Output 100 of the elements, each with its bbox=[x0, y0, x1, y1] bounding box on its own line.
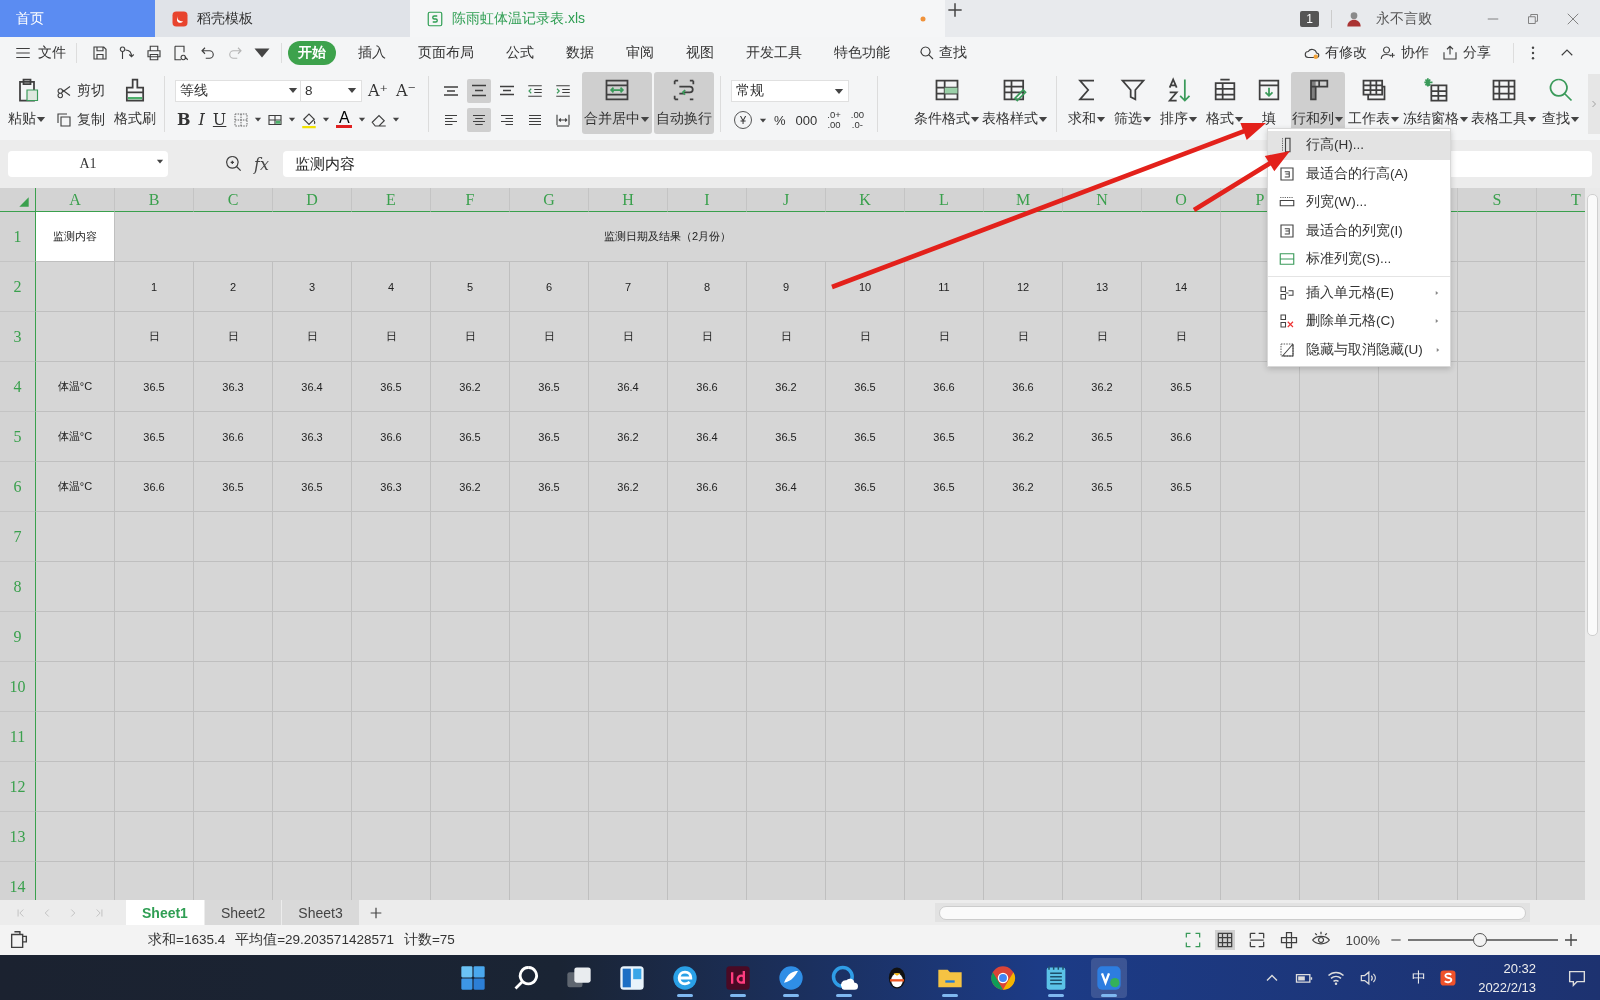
decimal-button[interactable]: .0+ .00 bbox=[824, 110, 844, 130]
scroll-right-icon[interactable] bbox=[1588, 74, 1600, 134]
sheet-cell[interactable] bbox=[36, 562, 115, 612]
feather-app-icon[interactable] bbox=[777, 963, 805, 992]
function-button[interactable]: fx bbox=[254, 154, 269, 174]
ribbon-button[interactable]: 表格工具 bbox=[1471, 72, 1537, 134]
office-app-icon[interactable] bbox=[1095, 963, 1123, 992]
file-menu[interactable]: 文件 bbox=[14, 43, 66, 62]
ribbon-tab[interactable]: 页面布局 bbox=[408, 40, 484, 65]
ribbon-button[interactable]: 格式 bbox=[1203, 72, 1247, 134]
zoom-slider[interactable] bbox=[1408, 933, 1558, 947]
document-tab[interactable]: 稻壳模板 bbox=[155, 0, 410, 37]
horizontal-scrollbar[interactable] bbox=[935, 903, 1530, 922]
print-preview-icon[interactable] bbox=[172, 43, 190, 62]
ribbon-button[interactable]: 复制 bbox=[52, 108, 108, 131]
caret-icon[interactable] bbox=[253, 46, 271, 59]
clock-time[interactable]: 20:32 bbox=[1503, 958, 1536, 978]
chrome-icon[interactable] bbox=[989, 963, 1017, 992]
ribbon-button[interactable]: 条件格式 bbox=[914, 72, 980, 134]
font-field[interactable]: 等线 bbox=[175, 79, 303, 102]
new-tab-icon[interactable] bbox=[945, 0, 965, 20]
select-all-icon[interactable] bbox=[17, 195, 31, 209]
slider-thumb[interactable] bbox=[1473, 933, 1487, 947]
alignment-button[interactable] bbox=[467, 107, 491, 132]
ribbon-button[interactable]: 表格样式 bbox=[982, 72, 1048, 134]
sheet-cell[interactable] bbox=[1458, 312, 1537, 362]
sheet-tab[interactable]: Sheet2 bbox=[204, 900, 282, 925]
text-style-button[interactable]: U bbox=[210, 108, 229, 131]
sheet-cell[interactable] bbox=[36, 762, 115, 812]
ribbon-tab[interactable]: 审阅 bbox=[616, 40, 664, 65]
reading-mode-icon[interactable] bbox=[1279, 930, 1300, 950]
print-icon[interactable] bbox=[145, 43, 163, 62]
font-size-button[interactable]: A⁺ bbox=[366, 79, 390, 102]
menu-item[interactable]: 隐藏与取消隐藏(U) bbox=[1268, 335, 1450, 364]
user-name[interactable]: 永不言败 bbox=[1376, 9, 1432, 28]
font-size-button[interactable]: A⁻ bbox=[394, 79, 418, 102]
ribbon-tab[interactable]: 公式 bbox=[496, 40, 544, 65]
sheet-tab[interactable]: Sheet3 bbox=[282, 900, 359, 925]
ribbon-button[interactable]: 排序 bbox=[1157, 72, 1201, 134]
sheet-cell[interactable] bbox=[36, 712, 115, 762]
sheet-cell[interactable] bbox=[36, 812, 115, 862]
design-app-icon[interactable] bbox=[724, 963, 752, 992]
sheet-cell[interactable] bbox=[1458, 262, 1537, 312]
grid-view-icon[interactable] bbox=[1215, 930, 1236, 950]
ribbon-button[interactable]: 格式刷 bbox=[112, 72, 158, 134]
ribbon-tab[interactable]: 特色功能 bbox=[824, 40, 900, 65]
clock-date[interactable]: 2022/2/13 bbox=[1478, 977, 1536, 997]
window-count-badge[interactable]: 1 bbox=[1300, 10, 1319, 27]
sheet-cell[interactable] bbox=[36, 312, 115, 362]
font-size-field[interactable]: 8 bbox=[300, 79, 362, 102]
zoom-icon[interactable] bbox=[224, 154, 244, 174]
decimal-button[interactable]: .00 .0- bbox=[847, 110, 867, 130]
search-button[interactable]: 查找 bbox=[918, 43, 967, 62]
ribbon-button[interactable]: 自动换行 bbox=[654, 72, 714, 134]
ribbon-button[interactable]: 剪切 bbox=[52, 79, 108, 102]
menu-item[interactable]: 行高(H)... bbox=[1268, 131, 1450, 160]
toolbar-action[interactable]: 协作 bbox=[1379, 43, 1429, 62]
toolbar-action[interactable]: 分享 bbox=[1441, 43, 1491, 62]
name-box[interactable]: A1 bbox=[8, 151, 168, 177]
menu-item[interactable]: 删除单元格(C) bbox=[1268, 307, 1450, 336]
search-icon[interactable] bbox=[512, 963, 540, 992]
toolbar-action[interactable]: 有修改 bbox=[1303, 43, 1367, 62]
sheet-cell[interactable] bbox=[1458, 212, 1537, 262]
border-icon[interactable] bbox=[232, 110, 251, 129]
number-format-button[interactable]: 000 bbox=[792, 111, 821, 129]
browser-icon[interactable] bbox=[671, 963, 699, 992]
text-style-button[interactable]: B bbox=[175, 108, 193, 131]
input-method[interactable]: 中 bbox=[1412, 968, 1427, 987]
font-color-button[interactable]: A bbox=[334, 109, 355, 130]
zoom-in-icon[interactable] bbox=[1562, 931, 1580, 949]
save-icon[interactable] bbox=[91, 43, 109, 62]
sheet-cell[interactable] bbox=[36, 662, 115, 712]
sheet-cell[interactable] bbox=[36, 612, 115, 662]
sheet-cell[interactable] bbox=[36, 262, 115, 312]
zoom-level[interactable]: 100% bbox=[1345, 932, 1380, 948]
cloud-app-icon[interactable] bbox=[830, 963, 858, 992]
ribbon-button[interactable]: 工作表 bbox=[1347, 72, 1401, 134]
ribbon-button[interactable]: 求和 bbox=[1065, 72, 1109, 134]
sheet-cell[interactable] bbox=[36, 512, 115, 562]
ribbon-tab[interactable]: 数据 bbox=[556, 40, 604, 65]
menu-item[interactable]: 插入单元格(E) bbox=[1268, 278, 1450, 307]
ribbon-button[interactable]: 填 bbox=[1249, 72, 1289, 134]
alignment-button[interactable] bbox=[467, 78, 491, 103]
sheet-cell[interactable] bbox=[1458, 362, 1537, 412]
menu-item[interactable]: 最适合的列宽(I) bbox=[1268, 216, 1450, 245]
ribbon-button[interactable]: 合并居中 bbox=[582, 72, 652, 134]
menu-item[interactable]: 标准列宽(S)... bbox=[1268, 245, 1450, 274]
ribbon-tab[interactable]: 开发工具 bbox=[736, 40, 812, 65]
widgets-icon[interactable] bbox=[618, 963, 646, 992]
text-style-button[interactable]: I bbox=[196, 108, 207, 131]
ribbon-button[interactable]: 冻结窗格 bbox=[1403, 72, 1469, 134]
ribbon-button[interactable]: 筛选 bbox=[1111, 72, 1155, 134]
macro-icon[interactable] bbox=[8, 929, 30, 951]
ribbon-button[interactable]: 查找 bbox=[1539, 72, 1583, 134]
number-format-field[interactable]: 常规 bbox=[731, 80, 849, 102]
ribbon-tab[interactable]: 插入 bbox=[348, 40, 396, 65]
start-icon[interactable] bbox=[459, 963, 487, 992]
number-format-button[interactable]: % bbox=[771, 111, 789, 129]
ribbon-tab[interactable]: 视图 bbox=[676, 40, 724, 65]
ribbon-button[interactable]: 粘贴 bbox=[6, 72, 48, 134]
